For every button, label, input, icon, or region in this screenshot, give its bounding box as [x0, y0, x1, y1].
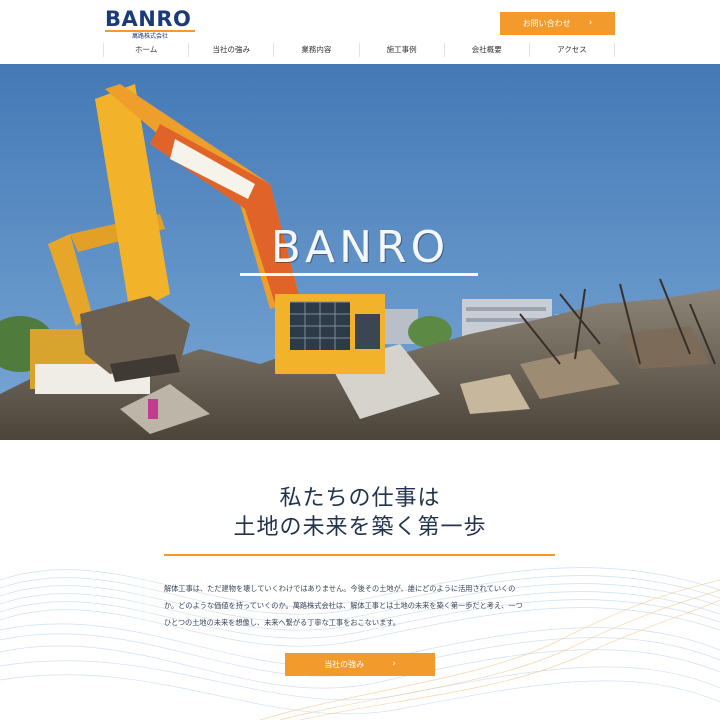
nav-item-access[interactable]: アクセス [528, 43, 616, 57]
intro-section: 私たちの仕事は 土地の未来を築く第一歩 解体工事は、ただ建物を壊していくわけでは… [0, 440, 720, 720]
intro-paragraph-line: 解体工事は、ただ建物を壊していくわけではありません。今後その土地が、誰にどのよう… [164, 584, 516, 593]
contact-button-label: お問い合わせ [522, 19, 571, 28]
intro-heading-line-2: 土地の未来を築く第一歩 [233, 515, 487, 540]
main-nav: ホーム 当社の強み 業務内容 施工事例 会社概要 アクセス [103, 43, 616, 57]
intro-heading: 私たちの仕事は 土地の未来を築く第一歩 [0, 484, 720, 542]
intro-paragraph: 解体工事は、ただ建物を壊していくわけではありません。今後その土地が、誰にどのよう… [164, 580, 556, 631]
strengths-button[interactable]: 当社の強み › [285, 653, 435, 676]
strengths-button-label: 当社の強み [324, 660, 365, 669]
intro-paragraph-line: ひとつの土地の未来を想像し、未来へ繋がる丁寧な工事をおこないます。 [164, 618, 400, 627]
nav-item-services[interactable]: 業務内容 [273, 43, 358, 57]
intro-paragraph-line: か。どのような価値を持っていくのか。萬路株式会社は、解体工事とは土地の未来を築く… [164, 601, 523, 610]
contact-button[interactable]: お問い合わせ › [500, 12, 615, 35]
nav-item-works[interactable]: 施工事例 [358, 43, 444, 57]
nav-item-strengths[interactable]: 当社の強み [188, 43, 273, 57]
heading-underline [164, 554, 555, 556]
nav-item-company[interactable]: 会社概要 [443, 43, 529, 57]
intro-heading-line-1: 私たちの仕事は [279, 486, 441, 511]
chevron-right-icon: › [588, 18, 593, 28]
nav-item-home[interactable]: ホーム [103, 43, 188, 57]
chevron-right-icon: › [392, 659, 396, 669]
hero-title-underline [240, 273, 478, 276]
logo[interactable]: BANRO 萬路株式会社 [105, 7, 197, 40]
logo-company-name: 萬路株式会社 [131, 33, 168, 40]
hero-section: BANRO [0, 64, 720, 440]
hero-title: BANRO [270, 222, 450, 273]
logo-wordmark: BANRO [105, 7, 192, 31]
site-header: BANRO 萬路株式会社 お問い合わせ › ホーム 当社の強み 業務内容 施工事… [0, 0, 720, 64]
